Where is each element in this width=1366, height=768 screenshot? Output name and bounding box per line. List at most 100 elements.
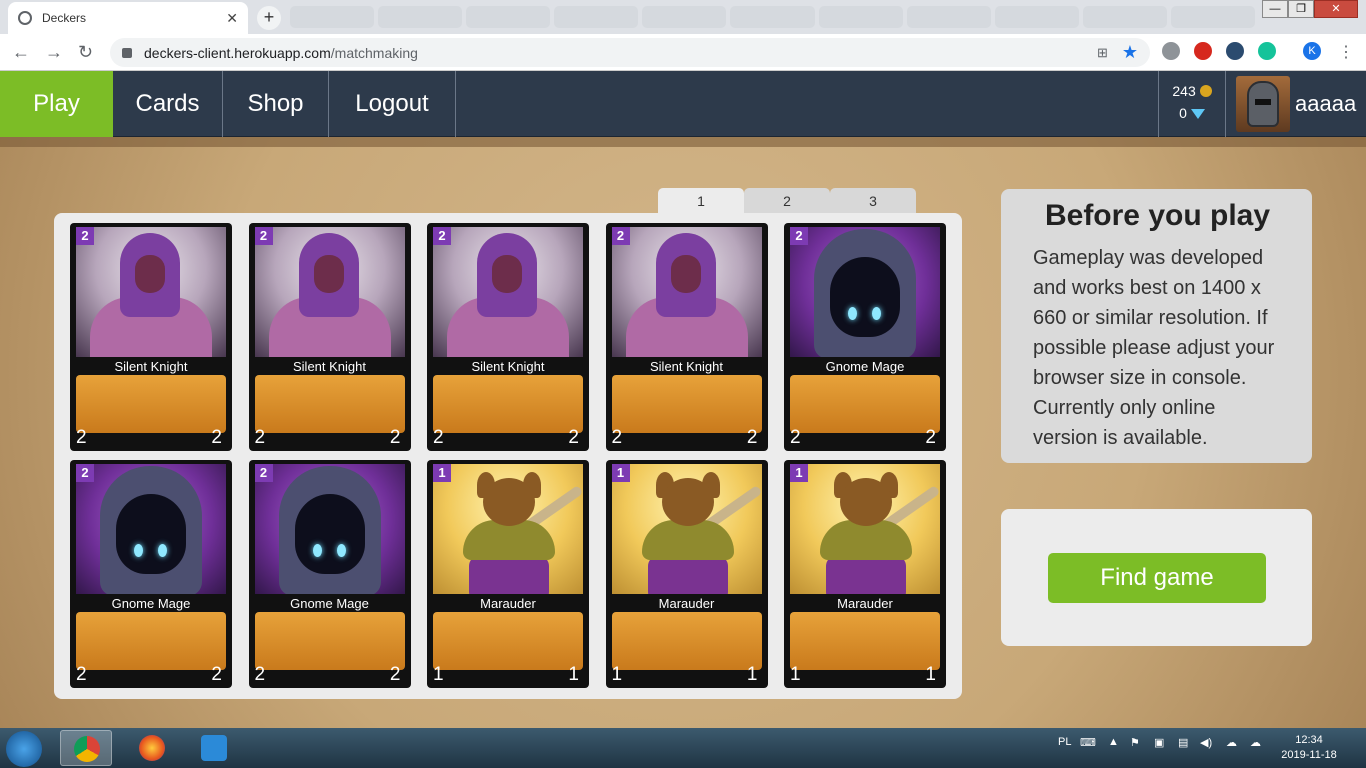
- clock-date: 2019-11-18: [1281, 749, 1337, 761]
- tab-close-icon[interactable]: ✕: [226, 10, 238, 27]
- window-controls: — ❐ ✕: [1262, 0, 1358, 18]
- keyboard-icon[interactable]: ⌨: [1080, 736, 1096, 749]
- card[interactable]: 2 Silent Knight 2 2: [70, 223, 232, 451]
- url-host: deckers-client.herokuapp.com: [144, 44, 331, 61]
- card-cost: 2: [254, 464, 273, 482]
- taskbar-clock[interactable]: 12:34 2019-11-18: [1278, 733, 1340, 763]
- background-tab[interactable]: [290, 6, 375, 28]
- nav-logout[interactable]: Logout: [329, 71, 456, 137]
- card-art-mage: [790, 227, 940, 365]
- card-attack: 1: [611, 664, 623, 685]
- nav-play[interactable]: Play: [0, 71, 113, 137]
- card-description-scroll: [790, 612, 940, 670]
- background-tab[interactable]: [730, 6, 815, 28]
- card-cost: 1: [790, 464, 808, 482]
- card[interactable]: 2 Silent Knight 2 2: [427, 223, 589, 451]
- card-attack: 1: [790, 664, 801, 685]
- windows-start-button[interactable]: [6, 731, 42, 767]
- background-tab[interactable]: [554, 6, 639, 28]
- card-description-scroll: [611, 612, 762, 670]
- grammarly-extension-icon[interactable]: [1258, 42, 1276, 60]
- card-cost: 2: [76, 227, 94, 245]
- card-name: Marauder: [431, 594, 585, 614]
- browser-toolbar: ← → ↻ deckers-client.herokuapp.com /matc…: [0, 34, 1366, 71]
- cloud-sync-icon[interactable]: ☁: [1250, 736, 1261, 749]
- card-description-scroll: [254, 375, 405, 433]
- adblock-extension-icon[interactable]: [1194, 42, 1212, 60]
- minimize-button[interactable]: —: [1262, 0, 1288, 18]
- card[interactable]: 2 Gnome Mage 2 2: [784, 223, 946, 451]
- card-art-marauder: [790, 464, 941, 602]
- new-tab-button[interactable]: +: [257, 6, 281, 30]
- profile-avatar[interactable]: K: [1303, 42, 1321, 60]
- card-name: Gnome Mage: [74, 594, 228, 614]
- background-tab[interactable]: [994, 6, 1079, 28]
- taskbar-firefox[interactable]: [126, 730, 178, 766]
- card-description-scroll: [254, 612, 405, 670]
- translate-icon[interactable]: ⊞: [1097, 45, 1108, 61]
- security-flag-icon[interactable]: ⚑: [1130, 736, 1140, 749]
- volume-icon[interactable]: ◀): [1200, 736, 1212, 749]
- deck-page-tab-3[interactable]: 3: [830, 188, 916, 214]
- card-health: 1: [925, 664, 936, 685]
- react-extension-icon[interactable]: [1226, 42, 1244, 60]
- background-tab[interactable]: [906, 6, 991, 28]
- usb-icon[interactable]: ▣: [1154, 736, 1164, 749]
- browser-tab[interactable]: Deckers ✕: [8, 2, 248, 34]
- gold-amount: 243: [1172, 83, 1196, 99]
- card-cost: 1: [611, 464, 630, 482]
- background-tabs: [290, 6, 1256, 28]
- card[interactable]: 1 Marauder 1 1: [605, 460, 768, 688]
- card-health: 2: [746, 427, 758, 448]
- deck-panel: 2 Silent Knight 2 2 2 Silent Knight 2 2 2 Silent …: [54, 213, 962, 699]
- card[interactable]: 2 Silent Knight 2 2: [248, 223, 411, 451]
- card[interactable]: 2 Gnome Mage 2 2: [70, 460, 232, 688]
- maximize-button[interactable]: ❐: [1288, 0, 1314, 18]
- url-path: /matchmaking: [330, 44, 418, 61]
- info-title: Before you play: [1044, 199, 1271, 232]
- card-art-knight: [76, 227, 226, 367]
- card-attack: 1: [433, 664, 444, 685]
- bookmark-star-icon[interactable]: ★: [1122, 42, 1138, 63]
- network-icon[interactable]: ▤: [1178, 736, 1188, 749]
- reload-button[interactable]: ↻: [78, 42, 93, 63]
- taskbar-vscode[interactable]: [188, 730, 240, 766]
- card-attack: 2: [254, 427, 266, 448]
- card-art-knight: [611, 227, 762, 367]
- card[interactable]: 2 Silent Knight 2 2: [605, 223, 768, 451]
- card-cost: 2: [76, 464, 94, 482]
- background-tab[interactable]: [378, 6, 463, 28]
- taskbar-chrome[interactable]: [60, 730, 112, 766]
- deck-page-tab-1[interactable]: 1: [658, 188, 744, 214]
- background-tab[interactable]: [1082, 6, 1167, 28]
- user-avatar[interactable]: [1236, 76, 1290, 132]
- knight-helmet-icon: [1247, 81, 1279, 127]
- window-close-button[interactable]: ✕: [1314, 0, 1358, 18]
- tray-expand-icon[interactable]: ▲: [1108, 736, 1119, 748]
- info-body: Gameplay was developed and works best on…: [1033, 247, 1275, 449]
- nav-shop[interactable]: Shop: [223, 71, 329, 137]
- cloud-upload-icon[interactable]: ☁: [1226, 736, 1237, 749]
- language-indicator[interactable]: PL: [1058, 736, 1071, 748]
- forward-button[interactable]: →: [45, 42, 63, 63]
- nav-cards[interactable]: Cards: [113, 71, 223, 137]
- card[interactable]: 1 Marauder 1 1: [784, 460, 946, 688]
- card[interactable]: 1 Marauder 1 1: [427, 460, 589, 688]
- card-attack: 2: [790, 427, 801, 448]
- card[interactable]: 2 Gnome Mage 2 2: [248, 460, 411, 688]
- background-tab[interactable]: [1170, 6, 1256, 28]
- clock-time: 12:34: [1295, 734, 1323, 746]
- back-button[interactable]: ←: [12, 42, 30, 63]
- background-tab[interactable]: [466, 6, 551, 28]
- background-tab[interactable]: [818, 6, 903, 28]
- menu-icon[interactable]: ⋮: [1338, 42, 1354, 62]
- background-tab[interactable]: [642, 6, 727, 28]
- firefox-icon: [139, 735, 165, 761]
- drive-extension-icon[interactable]: [1162, 42, 1180, 60]
- address-bar[interactable]: deckers-client.herokuapp.com /matchmakin…: [110, 38, 1150, 67]
- card-art-marauder: [433, 464, 584, 602]
- find-game-button[interactable]: Find game: [1048, 553, 1266, 603]
- deck-page-tab-2[interactable]: 2: [744, 188, 830, 214]
- browser-tab-title: Deckers: [42, 11, 87, 25]
- browser-tabstrip: Deckers ✕ + — ❐ ✕: [0, 0, 1366, 34]
